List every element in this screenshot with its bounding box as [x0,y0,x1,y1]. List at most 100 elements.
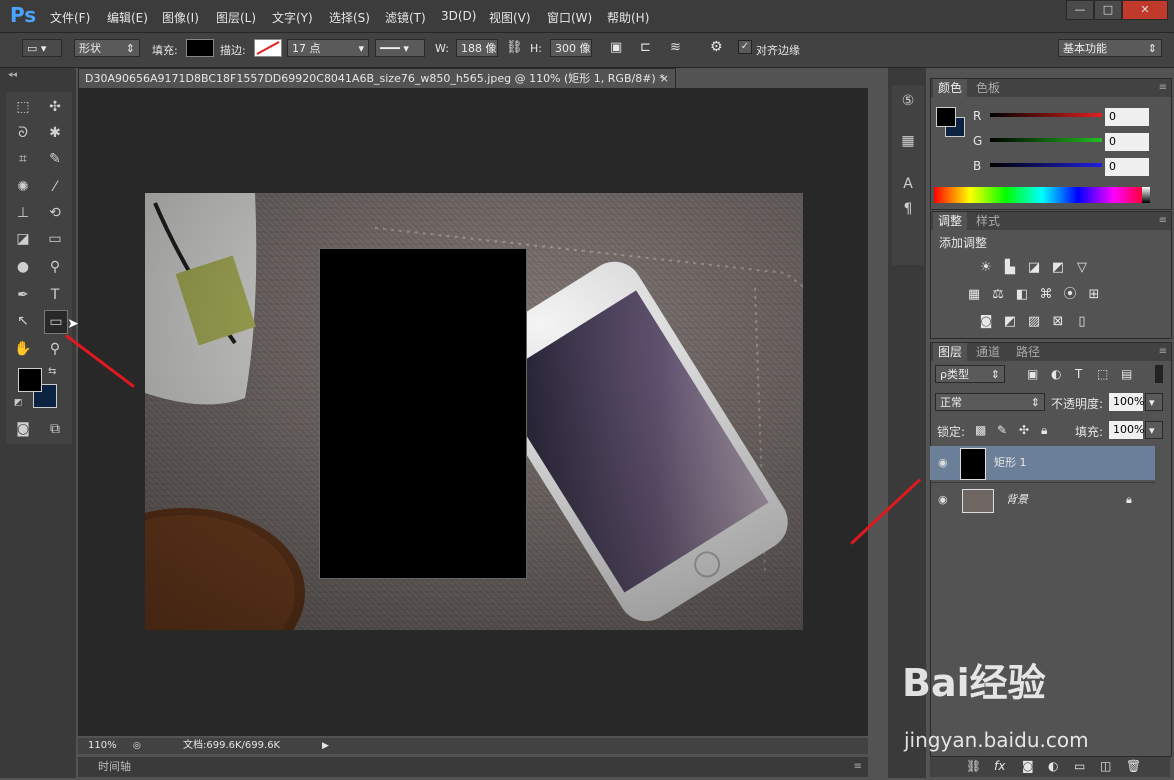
filter-adjustment-icon[interactable]: ◐ [1051,367,1061,381]
panel-menu-icon[interactable]: ≡ [854,757,862,777]
menu-type[interactable]: 文字(Y) [272,9,313,26]
new-adjustment-icon[interactable]: ◐ [1048,759,1058,773]
rectangle-tool-icon[interactable]: ▭ [44,310,68,334]
curves-icon[interactable]: ◪ [1025,260,1043,276]
layer-filter-select[interactable]: ρ类型 ⇕ [935,365,1005,383]
menu-window[interactable]: 窗口(W) [547,9,592,26]
eraser-icon[interactable]: ◪ [12,228,34,250]
eye-icon[interactable]: ◉ [938,446,948,480]
exposure-icon[interactable]: ◩ [1049,260,1067,276]
fill-dropdown[interactable]: ▾ [1145,421,1163,439]
stroke-swatch[interactable] [254,39,282,57]
tab-channels[interactable]: 通道 [971,343,1005,361]
panel-menu-icon[interactable]: ≡ [1159,343,1167,361]
fill-input[interactable]: 100% [1109,421,1144,439]
panel-foreground-swatch[interactable] [936,107,956,127]
pen-tool-icon[interactable]: ✒ [12,284,34,306]
menu-filter[interactable]: 滤镜(T) [385,9,426,26]
b-value-input[interactable]: 0 [1105,158,1149,176]
zoom-tool-icon[interactable]: ⚲ [44,338,66,360]
zoom-level[interactable]: 110% [88,738,117,754]
color-balance-icon[interactable]: ⚖ [989,287,1007,303]
opacity-input[interactable]: 100% [1109,393,1144,411]
r-value-input[interactable]: 0 [1105,108,1149,126]
path-operations-icon[interactable]: ▣ [610,40,622,55]
filter-shape-icon[interactable]: ⬚ [1097,367,1108,381]
hue-saturation-icon[interactable]: ▦ [965,287,983,303]
menu-view[interactable]: 视图(V) [489,9,531,26]
menu-3d[interactable]: 3D(D) [441,9,476,23]
quick-mask-icon[interactable]: ◙ [12,418,34,440]
tab-color[interactable]: 颜色 [933,79,968,97]
foreground-color-swatch[interactable] [18,368,42,392]
width-input[interactable]: 188 像 [456,39,498,57]
tab-adjustments[interactable]: 调整 [933,212,968,230]
link-layers-icon[interactable]: ⛓ [966,759,981,773]
add-mask-icon[interactable]: ◙ [1022,759,1034,773]
lock-transparent-icon[interactable]: ▩ [975,423,986,437]
screen-mode-icon[interactable]: ⧉ [44,418,66,440]
blend-mode-select[interactable]: 正常 ⇕ [935,393,1045,411]
path-arrange-icon[interactable]: ≋ [670,40,681,55]
tab-paths[interactable]: 路径 [1011,343,1045,361]
posterize-icon[interactable]: ◩ [1001,314,1019,330]
character-panel-icon[interactable]: A [897,173,919,195]
move-tool-icon[interactable]: ✣ [44,96,66,118]
gradient-map-icon[interactable]: ▯ [1073,314,1091,330]
stroke-size-input[interactable]: 17 点 ▾ [287,39,369,57]
lock-position-icon[interactable]: ✣ [1019,423,1029,437]
layer-row-shape[interactable]: ◉ 矩形 1 [930,446,1155,480]
workspace-select[interactable]: 基本功能 ⇕ [1058,39,1162,57]
height-input[interactable]: 300 像 [550,39,592,57]
dodge-tool-icon[interactable]: ⚲ [44,256,66,278]
filter-image-icon[interactable]: ▣ [1027,367,1038,381]
play-icon[interactable]: ▶ [322,738,329,754]
menu-help[interactable]: 帮助(H) [607,9,649,26]
paragraph-panel-icon[interactable]: ¶ [897,198,919,220]
panel-menu-icon[interactable]: ≡ [1159,79,1167,97]
default-colors-icon[interactable]: ◩ [14,398,23,408]
maximize-button[interactable]: □ [1094,0,1122,20]
path-selection-icon[interactable]: ↖ [12,310,34,332]
tab-swatches[interactable]: 色板 [971,79,1005,97]
gear-icon[interactable]: ⚙ [710,39,723,55]
channel-mixer-icon[interactable]: ⦿ [1061,287,1079,303]
hand-tool-icon[interactable]: ✋ [12,338,34,360]
invert-icon[interactable]: ◙ [977,314,995,330]
menu-edit[interactable]: 编辑(E) [107,9,148,26]
path-alignment-icon[interactable]: ⊏ [640,40,651,55]
layer-name[interactable]: 背景 [1006,483,1028,517]
filter-type-icon[interactable]: T [1075,367,1082,381]
selective-color-icon[interactable]: ⊠ [1049,314,1067,330]
minimize-button[interactable]: — [1066,0,1094,20]
eyedropper-icon[interactable]: ✎ [44,148,66,170]
lock-all-icon[interactable]: 🔒︎ [1041,423,1047,438]
lasso-tool-icon[interactable]: ᘐ [12,122,34,144]
menu-select[interactable]: 选择(S) [329,9,370,26]
brush-tool-icon[interactable]: ⁄ [44,176,66,198]
tool-preset-picker[interactable]: ▭ ▾ [22,39,62,57]
stroke-type-select[interactable]: ━━━ ▾ [375,39,425,57]
tab-layers[interactable]: 图层 [933,343,968,361]
shape-mode-select[interactable]: 形状 ⇕ [74,39,140,57]
opacity-dropdown[interactable]: ▾ [1145,393,1163,411]
menu-layer[interactable]: 图层(L) [216,9,256,26]
layer-name[interactable]: 矩形 1 [994,446,1027,480]
rectangle-shape-layer[interactable] [319,248,527,579]
document-tab[interactable]: D30A90656A9171D8BC18F1557DD69920C8041A6B… [78,68,676,88]
marquee-tool-icon[interactable]: ⬚ [12,96,34,118]
threshold-icon[interactable]: ▨ [1025,314,1043,330]
color-spectrum-bar[interactable] [934,187,1150,203]
magic-wand-icon[interactable]: ✱ [44,122,66,144]
menu-image[interactable]: 图像(I) [162,9,199,26]
clone-stamp-icon[interactable]: ⊥ [12,202,34,224]
gradient-tool-icon[interactable]: ▭ [44,228,66,250]
status-icon[interactable]: ◎ [133,738,141,754]
layer-row-background[interactable]: ◉ 背景 🔒︎ [930,482,1155,517]
close-tab-icon[interactable]: × [660,69,669,88]
tab-styles[interactable]: 样式 [971,212,1005,230]
black-white-icon[interactable]: ◧ [1013,287,1031,303]
vibrance-icon[interactable]: ▽ [1073,260,1091,276]
blur-tool-icon[interactable]: ● [12,256,34,278]
properties-panel-icon[interactable]: ▦ [897,130,919,152]
